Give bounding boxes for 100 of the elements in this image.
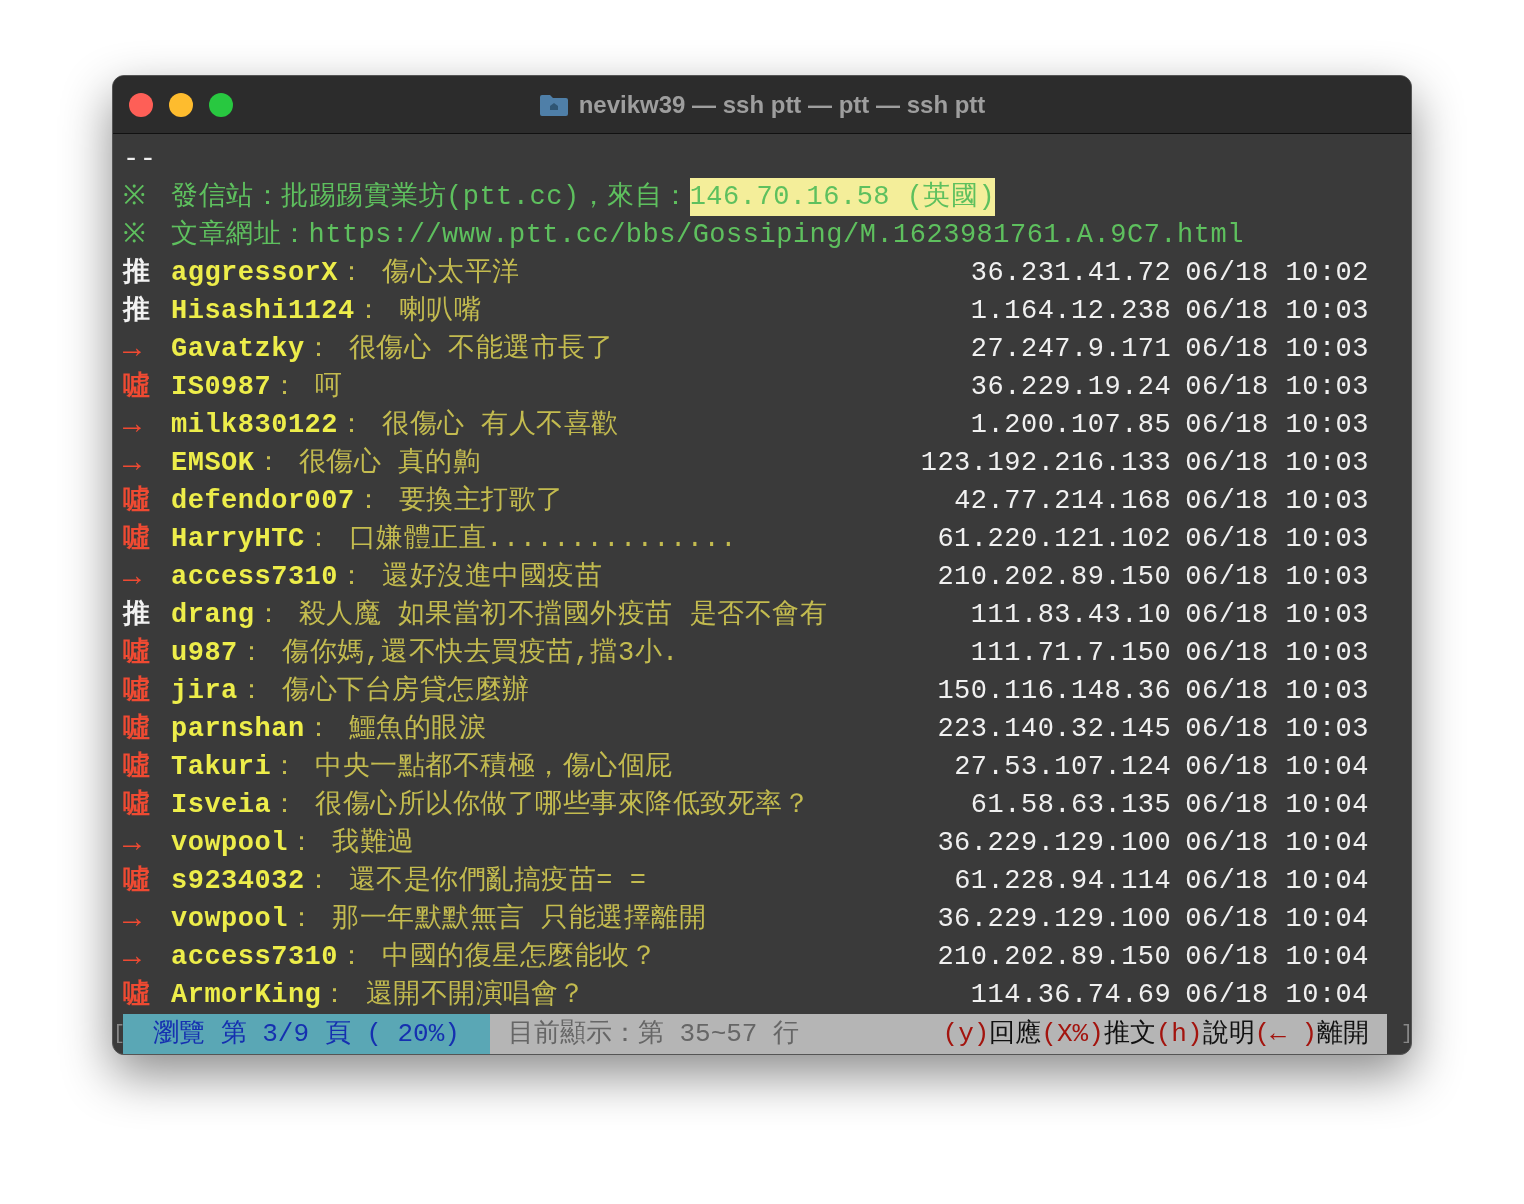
comment-ip: 210.202.89.150: [937, 941, 1172, 974]
comment-ip: 42.77.214.168: [954, 485, 1172, 518]
comment-tag: →: [123, 558, 142, 596]
comment-text: ： 很傷心 真的齁: [254, 446, 482, 480]
comment-tag: 噓: [123, 634, 151, 672]
comment-user: Gavatzky: [171, 333, 305, 366]
comment-text: ： 傷你媽,還不快去買疫苗,擋3小.: [237, 636, 680, 670]
comment-text: ： 殺人魔 如果當初不擋國外疫苗 是否不會有: [254, 598, 829, 632]
comment-tag: 噓: [123, 748, 151, 786]
comment-ip: 223.140.32.145: [937, 713, 1172, 746]
comment-ip: 114.36.74.69: [970, 979, 1172, 1012]
comment-user: Takuri: [171, 751, 272, 784]
hotkey[interactable]: (X%): [1041, 1014, 1104, 1054]
separator-line: --: [123, 144, 157, 174]
comment-text: ： 鱷魚的眼淚: [304, 712, 488, 746]
comment-tag: 推: [123, 292, 151, 330]
comment-tag: →: [123, 444, 142, 482]
hotkey[interactable]: (h): [1155, 1014, 1203, 1054]
comment-tag: 推: [123, 596, 151, 634]
line-range: 目前顯示：第 35~57 行: [507, 1017, 801, 1051]
comment-user: access7310: [171, 941, 339, 974]
comment-time: 06/18 10:04: [1185, 789, 1369, 822]
folder-icon: [538, 92, 569, 117]
comment-user: parnshan: [171, 713, 305, 746]
article-url: https://www.ptt.cc/bbs/Gossiping/M.1623981761.A.9C7.html: [308, 219, 1244, 252]
comment-tag: 噓: [123, 710, 151, 748]
hotkey-label: 說明: [1202, 1017, 1255, 1051]
comment-text: ： 還開不開演唱會？: [321, 978, 587, 1012]
comment-ip: 36.229.19.24: [970, 371, 1172, 404]
comment-time: 06/18 10:03: [1185, 409, 1369, 442]
comment-ip: 36.229.129.100: [937, 903, 1172, 936]
reference-mark: ※: [123, 181, 148, 214]
comment-time: 06/18 10:03: [1185, 675, 1369, 708]
comment-time: 06/18 10:03: [1185, 371, 1369, 404]
comment-tag: 噓: [123, 482, 151, 520]
comment-time: 06/18 10:03: [1185, 713, 1369, 746]
hotkey-label: 推文: [1103, 1017, 1156, 1051]
minimize-button[interactable]: [169, 92, 193, 117]
comment-ip: 36.231.41.72: [970, 257, 1172, 290]
comment-ip: 111.83.43.10: [970, 599, 1172, 632]
comment-ip: 27.247.9.171: [970, 333, 1172, 366]
origin-ip: 146.70.16.58 (英國): [689, 178, 996, 216]
comment-tag: 噓: [123, 976, 151, 1014]
zoom-button[interactable]: [209, 92, 233, 117]
comment-text: ： 喇叭嘴: [354, 295, 483, 328]
comment-user: aggressorX: [171, 257, 339, 290]
comment-ip: 210.202.89.150: [937, 561, 1172, 594]
comment-time: 06/18 10:03: [1185, 333, 1369, 366]
comment-text: ： 中央一點都不積極，傷心個屁: [271, 750, 674, 784]
comment-user: drang: [171, 599, 255, 632]
comment-text: ： 呵: [271, 371, 344, 404]
comment-tag: 噓: [123, 862, 151, 900]
comment-tag: →: [123, 900, 142, 938]
comment-time: 06/18 10:04: [1185, 979, 1369, 1012]
comment-user: vowpool: [171, 903, 288, 936]
comment-text: ： 中國的復星怎麼能收？: [338, 940, 659, 974]
comment-user: s9234032: [171, 865, 305, 898]
comment-tag: →: [123, 824, 142, 862]
comment-time: 06/18 10:03: [1185, 485, 1369, 518]
comment-ip: 111.71.7.150: [970, 637, 1172, 670]
comment-time: 06/18 10:04: [1185, 903, 1369, 936]
hotkey-label: 回應: [989, 1017, 1042, 1051]
comment-text: ： 還好沒進中國疫苗: [338, 560, 604, 594]
comment-time: 06/18 10:03: [1185, 523, 1369, 556]
hotkey[interactable]: (y): [942, 1014, 990, 1054]
comment-user: HarryHTC: [171, 523, 305, 556]
comment-user: access7310: [171, 561, 339, 594]
comment-text: ： 傷心太平洋: [338, 256, 521, 290]
comment-ip: 1.200.107.85: [970, 409, 1172, 442]
comment-time: 06/18 10:03: [1185, 637, 1369, 670]
origin-label: 發信站：批踢踢實業坊(ptt.cc)，來自：: [171, 180, 690, 214]
comment-text: ： 很傷心所以你做了哪些事來降低致死率？: [271, 788, 812, 822]
close-button[interactable]: [129, 92, 153, 117]
comment-tag: 噓: [123, 786, 151, 824]
comment-tag: 噓: [123, 520, 151, 558]
comment-time: 06/18 10:04: [1185, 827, 1369, 860]
comment-time: 06/18 10:03: [1185, 599, 1369, 632]
comment-text: ： 口嫌體正直...............: [304, 522, 738, 556]
comment-user: ArmorKing: [171, 979, 322, 1012]
comment-tag: →: [123, 330, 142, 368]
comment-ip: 123.192.216.133: [920, 447, 1172, 480]
hotkey-label: 離開: [1317, 1017, 1369, 1051]
comment-ip: 1.164.12.238: [970, 295, 1172, 328]
comment-ip: 27.53.107.124: [954, 751, 1172, 784]
hotkey[interactable]: (← ): [1254, 1014, 1317, 1054]
bracket: [: [113, 1021, 123, 1047]
comment-ip: 36.229.129.100: [937, 827, 1172, 860]
comment-time: 06/18 10:04: [1185, 865, 1369, 898]
comment-tag: →: [123, 406, 142, 444]
comment-text: ： 很傷心 有人不喜歡: [338, 408, 620, 442]
comment-user: jira: [171, 675, 238, 708]
comment-text: ： 我難過: [287, 827, 416, 860]
comment-user: u987: [171, 637, 238, 670]
reference-mark: ※: [123, 219, 148, 252]
comment-user: milk830122: [171, 409, 339, 442]
comment-user: Isveia: [171, 789, 272, 822]
comment-time: 06/18 10:03: [1185, 295, 1369, 328]
bracket: ]: [1400, 1021, 1411, 1047]
window-title: nevikw39 — ssh ptt — ptt — ssh ptt: [578, 89, 986, 120]
url-label: 文章網址：: [171, 218, 309, 252]
